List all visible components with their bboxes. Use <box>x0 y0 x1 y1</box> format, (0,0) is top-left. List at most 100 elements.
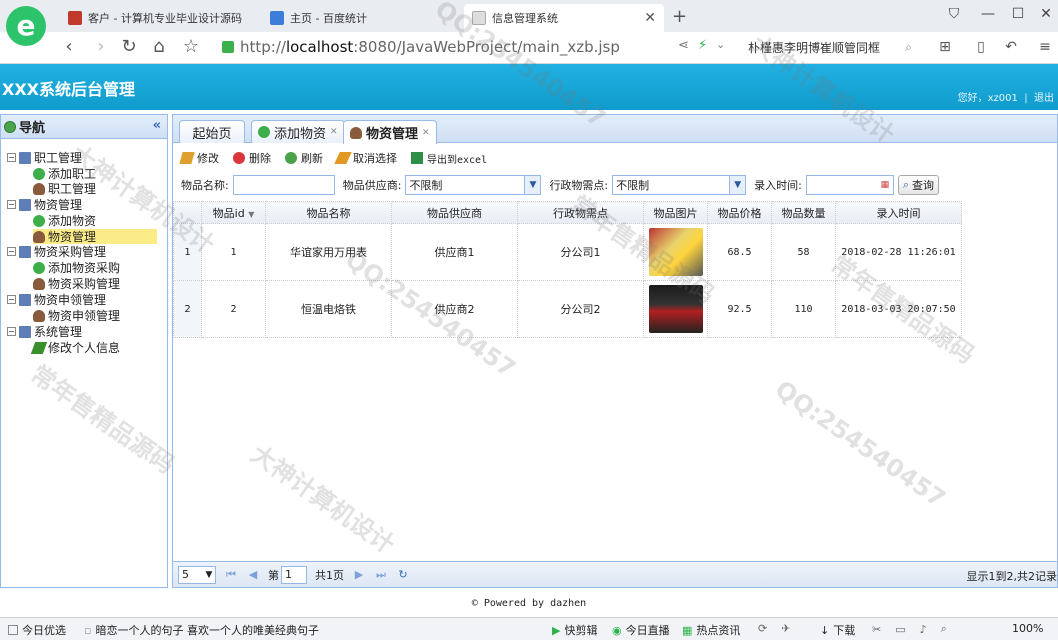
col-header[interactable]: 物品名称 <box>265 201 392 224</box>
today-picks[interactable]: 今日优选 <box>8 622 66 638</box>
tree-item-edit-profile[interactable]: 修改个人信息 <box>30 340 120 355</box>
hot-news[interactable]: ▦ 热点资讯 <box>682 622 740 638</box>
export-excel-button[interactable]: 导出到excel <box>411 151 487 166</box>
chevron-down-icon[interactable]: ▼ <box>203 566 215 583</box>
star-icon[interactable]: ☆ <box>180 36 202 58</box>
browser-search-box[interactable]: 朴槿惠李明博崔顺管同框 ⌕ <box>748 36 918 58</box>
search-icon[interactable]: ⌕ <box>905 40 912 55</box>
reload-icon[interactable]: ↻ <box>118 36 140 58</box>
supplier-select[interactable]: 不限制 ▼ <box>405 175 542 195</box>
chevron-down-icon[interactable]: ▼ <box>729 176 746 194</box>
logout-link[interactable]: 退出 <box>1034 93 1054 104</box>
download-button[interactable]: ↓ 下载 <box>820 622 855 638</box>
sound-icon[interactable]: ♪ <box>920 623 927 636</box>
forward-icon[interactable]: › <box>90 36 112 58</box>
expander-icon[interactable]: − <box>7 327 16 336</box>
close-window-icon[interactable]: ✕ <box>1036 4 1056 24</box>
expander-icon[interactable]: − <box>7 153 16 162</box>
col-header[interactable]: 物品id ▼ <box>201 201 266 224</box>
apps-grid-icon[interactable]: ⊞ <box>934 36 956 58</box>
tree-group-supplies[interactable]: − 物资管理 <box>7 197 82 212</box>
dept-select[interactable]: 不限制 ▼ <box>612 175 747 195</box>
cell-time: 2018-02-28 11:26:01 <box>835 223 962 281</box>
expander-icon[interactable]: − <box>7 200 16 209</box>
col-header[interactable]: 物品供应商 <box>391 201 518 224</box>
col-header[interactable]: 行政物需点 <box>517 201 644 224</box>
tree-item-requisition-manage[interactable]: 物资申领管理 <box>33 308 120 323</box>
undo-icon[interactable]: ↶ <box>1000 36 1022 58</box>
lightning-icon[interactable]: ⚡ <box>698 38 707 53</box>
zoom-level[interactable]: 100% <box>1012 622 1043 635</box>
crop-icon[interactable]: ✂ <box>872 623 881 636</box>
new-tab-button[interactable]: + <box>672 6 687 27</box>
pin-icon[interactable]: ✈ <box>781 622 790 635</box>
prev-page-icon[interactable]: ◀ <box>246 568 260 581</box>
tree-group-staff[interactable]: − 职工管理 <box>7 150 82 165</box>
news-ticker[interactable]: ▫ 暗恋一个人的句子 喜欢一个人的唯美经典句子 <box>84 622 319 638</box>
chevron-down-icon[interactable]: ⌄ <box>716 38 725 51</box>
chevron-down-icon[interactable]: ▼ <box>524 176 541 194</box>
tree-item-purchase-manage[interactable]: 物资采购管理 <box>33 276 120 291</box>
app-header <box>0 64 1058 110</box>
col-header[interactable]: 物品数量 <box>771 201 836 224</box>
next-page-icon[interactable]: ▶ <box>352 568 366 581</box>
home-icon[interactable]: ⌂ <box>148 36 170 58</box>
name-input[interactable] <box>232 175 335 195</box>
user-icon <box>33 230 45 243</box>
cancel-select-button[interactable]: 取消选择 <box>334 150 397 166</box>
tree-item-supply-manage[interactable]: 物资管理 <box>33 229 157 244</box>
reading-icon[interactable]: ▯ <box>970 36 992 58</box>
query-button[interactable]: ⌕ 查询 <box>897 175 940 195</box>
url-field[interactable]: http://localhost:8080/JavaWebProject/mai… <box>222 36 732 58</box>
col-header[interactable]: 物品价格 <box>707 201 772 224</box>
tree-group-requisition[interactable]: − 物资申领管理 <box>7 292 106 307</box>
collapse-icon[interactable]: « <box>153 118 161 133</box>
tab-add-supply[interactable]: 添加物资 ✕ <box>251 120 345 143</box>
close-tab-icon[interactable]: ✕ <box>330 127 338 137</box>
close-tab-icon[interactable]: ✕ <box>644 10 656 26</box>
menu-icon[interactable]: ≡ <box>1034 36 1056 58</box>
refresh-icon[interactable]: ↻ <box>396 568 410 581</box>
close-tab-icon[interactable]: ✕ <box>422 128 430 138</box>
tab-supply-manage[interactable]: 物资管理 ✕ <box>343 120 437 144</box>
expander-icon[interactable]: − <box>7 295 16 304</box>
tree-item-staff-manage[interactable]: 职工管理 <box>33 181 96 196</box>
time-input[interactable]: ▦ <box>805 175 894 195</box>
table-row[interactable]: 1 1 华谊家用万用表 供应商1 分公司1 68.5 58 2018-02-28… <box>173 223 962 281</box>
today-live[interactable]: ◉ 今日直播 <box>612 622 670 638</box>
minimize-icon[interactable]: — <box>978 4 998 24</box>
sync-icon[interactable]: ⟳ <box>758 622 767 635</box>
tree-item-add-purchase[interactable]: 添加物资采购 <box>33 260 120 275</box>
refresh-button[interactable]: 刷新 <box>285 150 323 166</box>
browser-tab-active[interactable]: 信息管理系统 ✕ <box>464 4 664 32</box>
nav-title: 导航 <box>19 121 46 136</box>
col-header[interactable]: 录入时间 <box>835 201 962 224</box>
window-icon[interactable]: ▭ <box>895 623 905 636</box>
tab-home[interactable]: 起始页 <box>179 120 245 143</box>
expander-icon[interactable]: − <box>7 247 16 256</box>
col-header[interactable]: 物品图片 <box>643 201 708 224</box>
table-row[interactable]: 2 2 恒温电烙铁 供应商2 分公司2 92.5 110 2018-03-03 … <box>173 280 962 338</box>
shirt-icon[interactable]: ⛉ <box>944 4 964 24</box>
user-greeting: 您好，xz001 <box>957 93 1018 104</box>
delete-button[interactable]: 删除 <box>233 150 271 166</box>
page-size-select[interactable]: 5 ▼ <box>178 565 216 584</box>
maximize-icon[interactable]: ☐ <box>1008 4 1028 24</box>
first-page-icon[interactable]: ⏮ <box>224 568 238 582</box>
tree-item-add-staff[interactable]: 添加职工 <box>33 166 96 181</box>
share-icon[interactable]: ⋖ <box>678 38 689 53</box>
calendar-icon[interactable]: ▦ <box>876 176 893 194</box>
last-page-icon[interactable]: ⏭ <box>374 568 388 582</box>
tree-item-add-supply[interactable]: 添加物资 <box>33 213 96 228</box>
edit-button[interactable]: 修改 <box>179 150 219 166</box>
zoom-icon[interactable]: ⌕ <box>941 622 947 636</box>
quick-edit[interactable]: ▶ 快剪辑 <box>552 622 597 638</box>
browser-tab[interactable]: 主页 - 百度统计 <box>262 4 458 32</box>
news-label: 暗恋一个人的句子 喜欢一个人的唯美经典句子 <box>95 624 319 637</box>
tree-group-purchase[interactable]: − 物资采购管理 <box>7 244 106 259</box>
search-text: 朴槿惠李明博崔顺管同框 <box>748 40 881 55</box>
tree-group-system[interactable]: − 系统管理 <box>7 324 82 339</box>
back-icon[interactable]: ‹ <box>58 36 80 58</box>
page-number-input[interactable]: 1 <box>281 565 307 584</box>
browser-tab[interactable]: 客户 - 计算机专业毕业设计源码 <box>60 4 256 32</box>
